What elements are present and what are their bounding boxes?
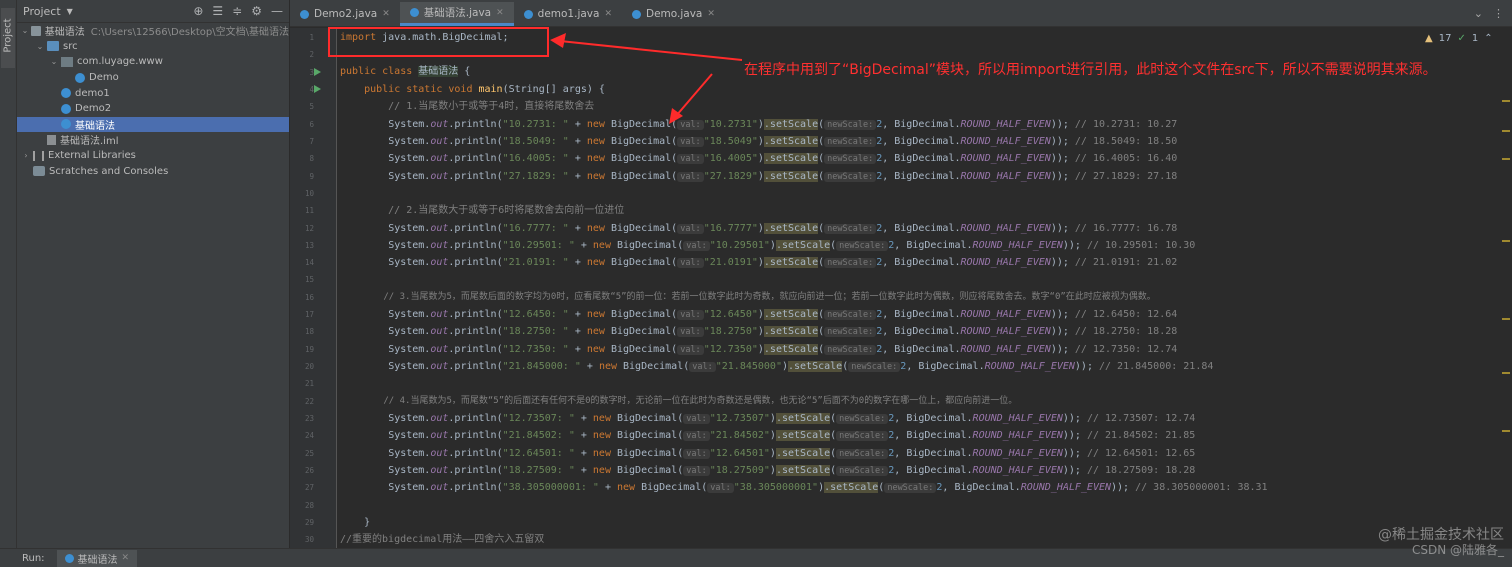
arrow-to-bigdecimal (675, 73, 713, 117)
annotation-text: 在程序中用到了“BigDecimal”模块，所以用import进行引用，此时这个… (744, 62, 1437, 78)
run-label: Run: (22, 552, 45, 564)
arrow-to-import (559, 40, 743, 61)
watermark-csdn: CSDN @陆雅各_ (1411, 543, 1504, 557)
annotation-arrows (550, 33, 743, 124)
run-config-tab[interactable]: 基础语法 ✕ (56, 549, 138, 567)
status-bar: Run: 基础语法 ✕ (0, 548, 1512, 567)
arrow-head-import (550, 33, 566, 48)
java-class-icon (64, 553, 74, 563)
close-icon[interactable]: ✕ (122, 553, 130, 563)
